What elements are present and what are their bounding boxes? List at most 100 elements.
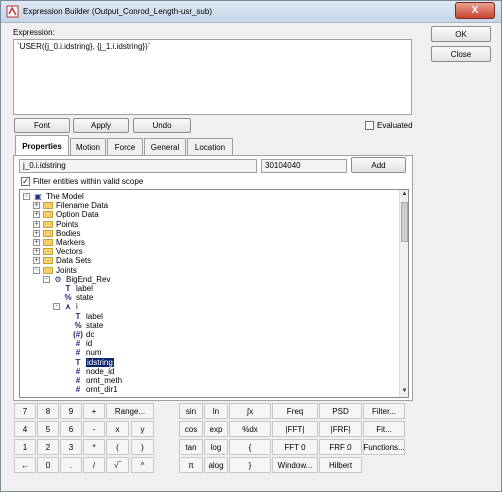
keypad-key[interactable]: Freq [272, 403, 318, 419]
close-window-button[interactable]: X [455, 2, 495, 19]
expand-icon[interactable]: + [33, 257, 40, 265]
keypad-key[interactable]: ∫x [229, 403, 271, 419]
expand-icon[interactable]: + [33, 220, 40, 228]
keypad-key[interactable]: ln [204, 403, 228, 419]
keypad-key[interactable]: { [229, 439, 271, 455]
tree-node[interactable]: Tlabel [63, 312, 103, 321]
keypad-key[interactable]: 1 [14, 439, 36, 455]
entity-id-field[interactable]: 30104040 [261, 159, 347, 173]
tree-node[interactable]: # node_id [63, 367, 115, 376]
expand-icon[interactable]: + [33, 229, 40, 237]
keypad-key[interactable]: Hilbert [319, 457, 362, 473]
tree-node[interactable]: # ornt_dir1 [63, 385, 118, 394]
keypad-key[interactable]: PSD [319, 403, 362, 419]
keypad-key[interactable]: 4 [14, 421, 36, 437]
keypad-key[interactable]: ^ [131, 457, 154, 473]
tab-general[interactable]: General [144, 138, 186, 155]
tree-node[interactable]: # num [63, 348, 102, 357]
tab-motion[interactable]: Motion [70, 138, 106, 155]
add-button[interactable]: Add [351, 157, 406, 173]
entity-path-field[interactable]: j_0.i.idstring [19, 159, 257, 173]
keypad-key[interactable]: 3 [60, 439, 82, 455]
keypad-key[interactable]: } [229, 457, 271, 473]
keypad-key[interactable]: * [83, 439, 105, 455]
keypad-key[interactable]: Window... [272, 457, 318, 473]
expression-input[interactable]: `USER({j_0.i.idstring}, {j_1.i.idstring}… [13, 39, 412, 115]
keypad-key[interactable]: . [60, 457, 82, 473]
keypad-key[interactable]: Range... [106, 403, 154, 419]
keypad-key[interactable]: π [179, 457, 203, 473]
keypad-key[interactable]: 6 [60, 421, 82, 437]
tree-node[interactable]: # ornt_meth [63, 376, 122, 385]
tree-node[interactable]: + Vectors [33, 247, 83, 256]
keypad-key[interactable]: tan [179, 439, 203, 455]
tree-node[interactable]: - Joints [33, 266, 77, 275]
keypad-key[interactable]: ) [131, 439, 154, 455]
tree-node[interactable]: + Data Sets [33, 256, 91, 265]
keypad-key[interactable]: log [204, 439, 228, 455]
keypad-key[interactable]: ( [106, 439, 129, 455]
keypad-key[interactable]: FRF 0 [319, 439, 362, 455]
keypad-key[interactable]: 0 [37, 457, 59, 473]
tree-node[interactable]: + Markers [33, 238, 85, 247]
expand-icon[interactable]: + [33, 211, 40, 219]
tree-node[interactable]: # id [63, 339, 92, 348]
scroll-down-icon[interactable]: ▼ [401, 388, 408, 396]
tree-node[interactable]: - ⋏ i [53, 302, 78, 311]
keypad-key[interactable]: |FRF| [319, 421, 362, 437]
ok-button[interactable]: OK [431, 26, 491, 42]
filter-checkbox[interactable]: ✓ [21, 177, 30, 186]
keypad-key[interactable]: - [83, 421, 105, 437]
keypad-key[interactable]: 8 [37, 403, 59, 419]
keypad-key[interactable]: %dx [229, 421, 271, 437]
keypad-key[interactable]: 7 [14, 403, 36, 419]
keypad-key[interactable]: √‾ [106, 457, 129, 473]
tab-location[interactable]: Location [187, 138, 233, 155]
scroll-up-icon[interactable]: ▲ [401, 191, 408, 199]
undo-button[interactable]: Undo [133, 118, 191, 133]
keypad-key[interactable]: 5 [37, 421, 59, 437]
entity-tree[interactable]: ▲ ▼ - ▣ The Model + Filename Data + Option Dat… [19, 189, 409, 398]
tree-node[interactable]: + Option Data [33, 210, 99, 219]
collapse-icon[interactable]: - [23, 193, 30, 200]
keypad-key[interactable]: Fit... [363, 421, 405, 437]
expand-icon[interactable]: + [33, 202, 40, 210]
font-button[interactable]: Font [14, 118, 70, 133]
scroll-thumb[interactable] [401, 202, 408, 242]
keypad-key[interactable]: 2 [37, 439, 59, 455]
expand-icon[interactable]: + [33, 239, 40, 246]
tree-node[interactable]: - ⚙ BigEnd_Rev [43, 275, 110, 284]
tree-node[interactable]: Tlabel [53, 284, 93, 293]
keypad-key[interactable]: 9 [60, 403, 82, 419]
tree-node[interactable]: (#) dc [63, 330, 94, 339]
keypad-key[interactable]: FFT 0 [272, 439, 318, 455]
close-button[interactable]: Close [431, 46, 491, 62]
tree-node[interactable]: % state [53, 293, 93, 302]
tree-node[interactable]: + Filename Data [33, 201, 108, 210]
apply-button[interactable]: Apply [73, 118, 129, 133]
tree-scrollbar[interactable]: ▲ ▼ [399, 190, 408, 397]
tab-force[interactable]: Force [107, 138, 143, 155]
tree-node[interactable]: % state [63, 321, 103, 330]
keypad-key[interactable]: |FFT| [272, 421, 318, 437]
keypad-key[interactable]: ← [14, 457, 36, 473]
keypad-key[interactable]: Filter... [363, 403, 405, 419]
keypad-key[interactable]: y [131, 421, 154, 437]
keypad-key[interactable]: sin [179, 403, 203, 419]
tree-node[interactable]: + Bodies [33, 229, 80, 238]
keypad-key[interactable]: cos [179, 421, 203, 437]
collapse-icon[interactable]: - [43, 275, 50, 283]
tree-node[interactable]: - ▣ The Model [23, 192, 84, 201]
keypad-key[interactable]: exp [204, 421, 228, 437]
keypad-key[interactable]: alog [204, 457, 228, 473]
keypad-key[interactable]: / [83, 457, 105, 473]
keypad-key[interactable]: + [83, 403, 105, 419]
tree-node[interactable]: + Points [33, 220, 78, 229]
tree-node[interactable]: Tidstring [63, 357, 114, 367]
evaluated-checkbox[interactable] [365, 121, 374, 130]
keypad-key[interactable]: x [106, 421, 129, 437]
collapse-icon[interactable]: - [53, 303, 60, 311]
keypad-key[interactable]: Functions... [363, 439, 405, 455]
collapse-icon[interactable]: - [33, 266, 40, 274]
tab-properties[interactable]: Properties [15, 135, 69, 156]
